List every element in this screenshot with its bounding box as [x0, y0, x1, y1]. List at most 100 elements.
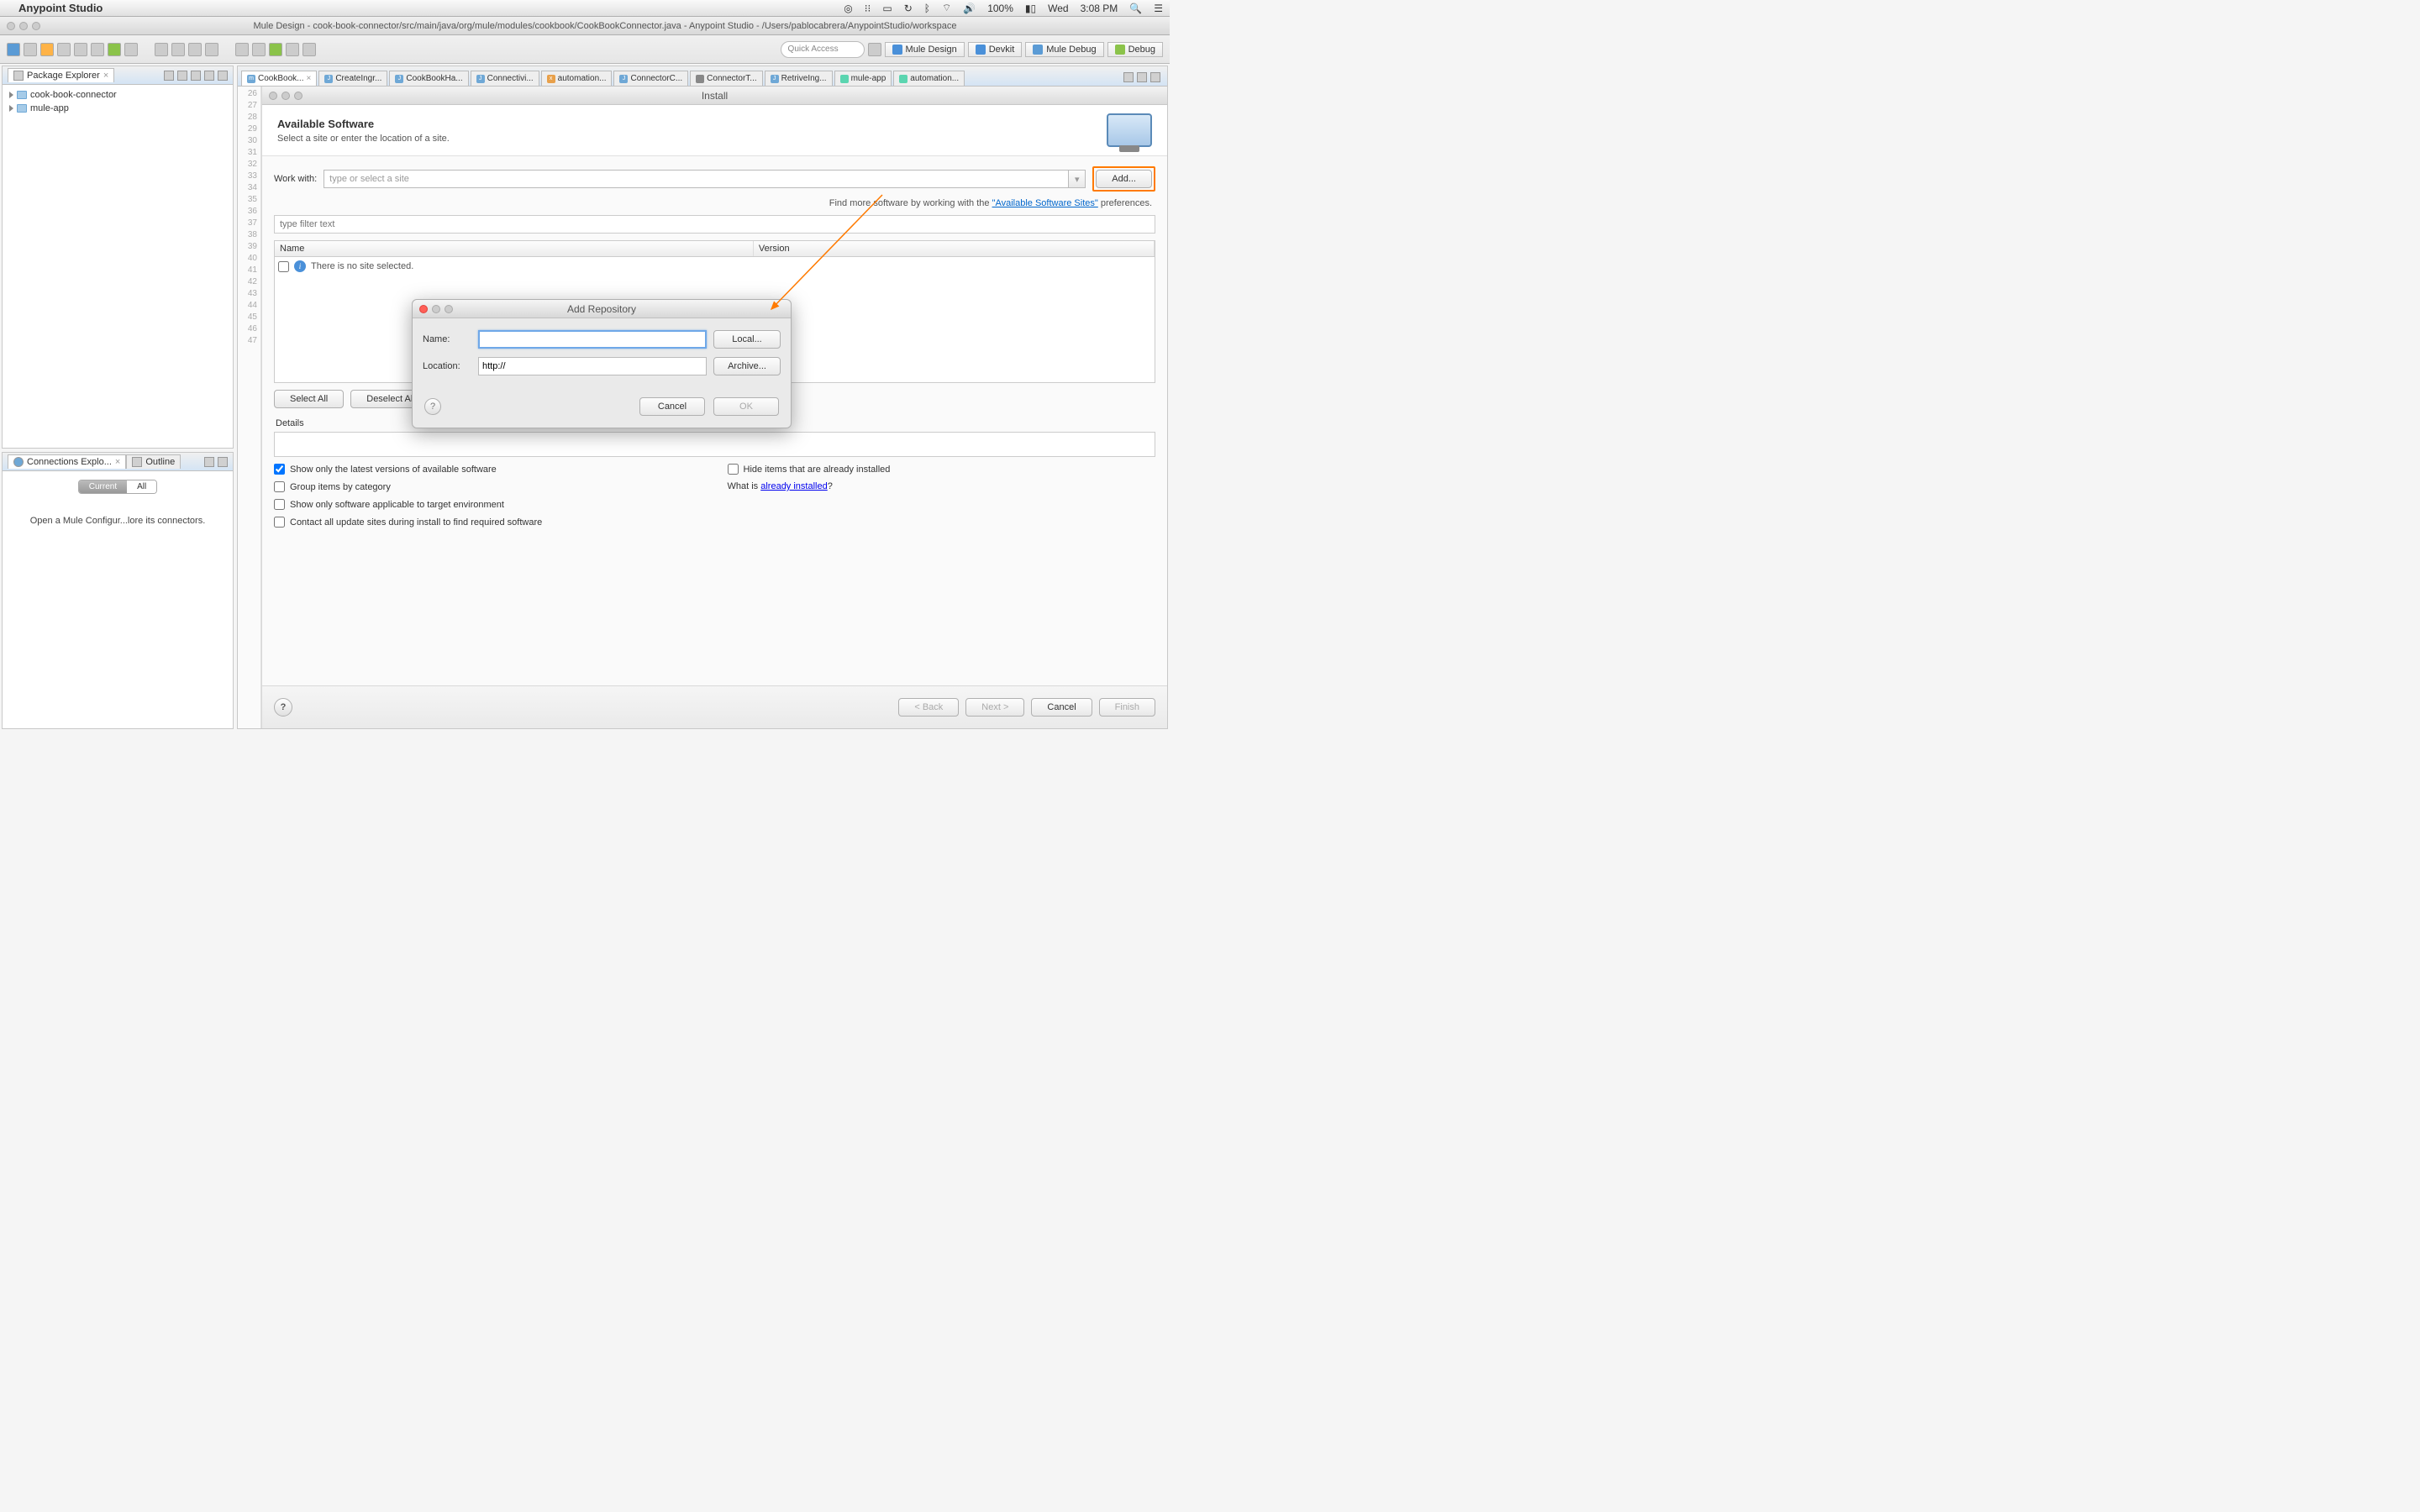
toolbar-btn[interactable] — [235, 43, 249, 56]
toolbar-btn[interactable] — [171, 43, 185, 56]
link-editor-icon[interactable] — [177, 71, 187, 81]
toolbar-btn[interactable] — [74, 43, 87, 56]
perspective-mule-debug[interactable]: Mule Debug — [1025, 42, 1103, 57]
toolbar-btn[interactable] — [91, 43, 104, 56]
version-col-header[interactable]: Version — [754, 241, 1155, 256]
connections-tab[interactable]: Connections Explo... × — [8, 454, 126, 469]
maximize-icon[interactable] — [1150, 72, 1160, 82]
row-checkbox[interactable] — [278, 261, 289, 272]
show-list-icon[interactable] — [1123, 72, 1134, 82]
view-menu-icon[interactable] — [191, 71, 201, 81]
seg-all[interactable]: All — [127, 480, 156, 493]
collapse-all-icon[interactable] — [164, 71, 174, 81]
time-label[interactable]: 3:08 PM — [1081, 3, 1118, 14]
repo-ok-button[interactable]: OK — [713, 397, 779, 416]
seg-current[interactable]: Current — [79, 480, 127, 493]
available-sites-link[interactable]: "Available Software Sites" — [992, 198, 1098, 208]
window-minimize-icon[interactable] — [19, 22, 28, 30]
notification-center-icon[interactable]: ☰ — [1154, 3, 1163, 14]
editor-tab[interactable]: mule-app — [834, 71, 892, 86]
select-all-button[interactable]: Select All — [274, 390, 344, 408]
toolbar-btn[interactable] — [7, 43, 20, 56]
airplay-icon[interactable]: ▭ — [882, 3, 892, 14]
tree-item-cookbook[interactable]: cook-book-connector — [6, 88, 229, 102]
cb-target[interactable]: Show only software applicable to target … — [274, 499, 702, 510]
editor-tab[interactable]: automation... — [893, 71, 965, 86]
toolbar-btn[interactable] — [108, 43, 121, 56]
timemachine-icon[interactable]: ↻ — [904, 3, 913, 14]
wifi-icon[interactable]: ⌔ — [942, 2, 951, 14]
maximize-icon[interactable] — [218, 71, 228, 81]
editor-tab[interactable]: JConnectivi... — [471, 71, 539, 86]
menu-extra-icon[interactable]: ⁝⁝ — [865, 3, 871, 14]
editor-tab[interactable]: xautomation... — [541, 71, 613, 86]
dialog-zoom-icon[interactable] — [445, 305, 453, 313]
toolbar-btn[interactable] — [286, 43, 299, 56]
window-close-icon[interactable] — [7, 22, 15, 30]
editor-tab[interactable]: JRetriveIng... — [765, 71, 833, 86]
repo-name-input[interactable] — [478, 330, 707, 349]
outline-tab[interactable]: Outline — [126, 454, 181, 469]
cb-contact[interactable]: Contact all update sites during install … — [274, 517, 702, 528]
dialog-close-icon[interactable] — [269, 92, 277, 100]
editor-tab[interactable]: ConnectorT... — [690, 71, 762, 86]
dialog-minimize-icon[interactable] — [432, 305, 440, 313]
close-icon[interactable]: × — [306, 74, 311, 83]
dropbox-icon[interactable]: ◎ — [844, 3, 852, 14]
day-label[interactable]: Wed — [1048, 3, 1068, 14]
dialog-close-icon[interactable] — [419, 305, 428, 313]
spotlight-icon[interactable]: 🔍 — [1129, 3, 1142, 14]
maximize-icon[interactable] — [218, 457, 228, 467]
toolbar-btn[interactable] — [155, 43, 168, 56]
add-site-button[interactable]: Add... — [1096, 170, 1152, 188]
battery-pct[interactable]: 100% — [987, 3, 1013, 14]
window-zoom-icon[interactable] — [32, 22, 40, 30]
perspective-devkit[interactable]: Devkit — [968, 42, 1023, 57]
cb-latest[interactable]: Show only the latest versions of availab… — [274, 464, 702, 475]
toolbar-btn[interactable] — [24, 43, 37, 56]
tree-expand-icon[interactable] — [9, 105, 13, 112]
toolbar-btn[interactable] — [302, 43, 316, 56]
toolbar-btn[interactable] — [188, 43, 202, 56]
app-menu[interactable]: Anypoint Studio — [18, 2, 103, 14]
next-button[interactable]: Next > — [965, 698, 1024, 717]
cb-group[interactable]: Group items by category — [274, 481, 702, 492]
filter-input[interactable] — [274, 215, 1155, 234]
back-button[interactable]: < Back — [898, 698, 959, 717]
perspective-mule-design[interactable]: Mule Design — [885, 42, 965, 57]
battery-icon[interactable]: ▮▯ — [1025, 3, 1036, 14]
package-explorer-tab[interactable]: Package Explorer × — [8, 68, 114, 82]
editor-tab[interactable]: JCreateIngr... — [318, 71, 387, 86]
bluetooth-icon[interactable]: ᛒ — [924, 3, 930, 14]
archive-button[interactable]: Archive... — [713, 357, 781, 375]
cancel-button[interactable]: Cancel — [1031, 698, 1092, 717]
dialog-zoom-icon[interactable] — [294, 92, 302, 100]
toolbar-btn[interactable] — [40, 43, 54, 56]
editor-tab[interactable]: JCookBookHa... — [389, 71, 468, 86]
toolbar-btn[interactable] — [205, 43, 218, 56]
close-icon[interactable]: × — [103, 71, 108, 81]
tree-item-muleapp[interactable]: mule-app — [6, 102, 229, 115]
toolbar-btn[interactable] — [124, 43, 138, 56]
editor-tab[interactable]: mCookBook...× — [241, 71, 317, 86]
name-col-header[interactable]: Name — [275, 241, 754, 256]
repo-cancel-button[interactable]: Cancel — [639, 397, 705, 416]
dialog-minimize-icon[interactable] — [281, 92, 290, 100]
cb-hide[interactable]: Hide items that are already installed — [728, 464, 1156, 475]
run-button[interactable] — [269, 43, 282, 56]
minimize-icon[interactable] — [1137, 72, 1147, 82]
chevron-down-icon[interactable]: ▾ — [1068, 171, 1085, 187]
toolbar-btn[interactable] — [252, 43, 266, 56]
segmented-control[interactable]: Current All — [78, 480, 157, 494]
tree-expand-icon[interactable] — [9, 92, 13, 98]
minimize-icon[interactable] — [204, 71, 214, 81]
help-button[interactable]: ? — [424, 398, 441, 415]
editor-tab[interactable]: JConnectorC... — [613, 71, 688, 86]
help-button[interactable]: ? — [274, 698, 292, 717]
open-perspective-btn[interactable] — [868, 43, 881, 56]
quick-access-input[interactable]: Quick Access — [781, 41, 865, 58]
repo-location-input[interactable] — [478, 357, 707, 375]
local-button[interactable]: Local... — [713, 330, 781, 349]
volume-icon[interactable]: 🔊 — [963, 3, 976, 14]
minimize-icon[interactable] — [204, 457, 214, 467]
